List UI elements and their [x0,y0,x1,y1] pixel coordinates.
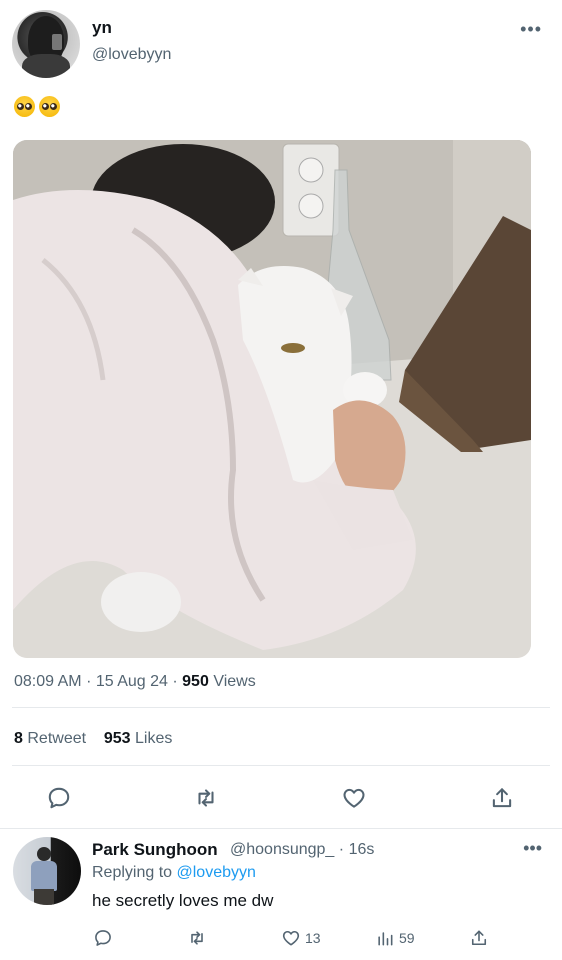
reply-like-button[interactable]: 13 [281,924,321,952]
share-icon [492,788,512,808]
separator-dot: · [86,673,92,690]
tweet-photo[interactable] [13,140,531,658]
retweet-label: Retweet [27,730,87,747]
reply-views-button[interactable]: 59 [375,924,415,952]
retweet-icon [198,789,214,807]
tweet-date[interactable]: 15 Aug 24 [96,673,168,690]
replying-to-mention[interactable]: @lovebyyn [177,864,256,881]
likes-count: 953 [103,730,131,747]
reply-author-avatar[interactable] [13,837,81,905]
tweet-time[interactable]: 08:09 AM [14,673,82,690]
reply-button[interactable] [39,778,79,818]
engagement-stats: 8 Retweet 953 Likes [14,730,172,748]
separator-dot: · [338,841,345,858]
reply-action-bar: 13 59 [0,924,562,952]
views-label: Views [213,673,256,690]
divider [12,765,550,766]
tweet-timestamp-line: 08:09 AM · 15 Aug 24 · 950 Views [14,673,256,691]
retweet-icon [191,931,203,945]
reply-text: he secretly loves me dw [92,891,274,910]
reply-author-name[interactable]: Park Sunghoon [92,840,218,860]
likes-label: Likes [135,730,173,747]
pleading-face-emoji [14,96,35,117]
like-icon [343,788,365,808]
likes-stat[interactable]: 953 Likes [104,730,173,747]
reply-author-handle[interactable]: @hoonsungp_ [230,841,334,858]
like-button[interactable] [334,778,374,818]
reply-like-count: 13 [305,930,321,946]
reply-author-handle-line: @hoonsungp_ · 16s [230,841,374,859]
reply-share-button[interactable] [469,924,489,952]
reply-reply-button[interactable] [93,924,113,952]
tweet-text [14,96,60,117]
share-button[interactable] [482,778,522,818]
retweet-count: 8 [14,730,23,747]
reply-views-count: 59 [399,930,415,946]
like-icon [282,930,300,946]
reply-time[interactable]: 16s [349,841,375,858]
retweets-stat[interactable]: 8 Retweet [14,730,86,747]
share-icon [471,930,487,946]
reply-icon [95,930,111,946]
replying-to-label: Replying to [92,864,173,881]
divider [12,707,550,708]
tweet-action-bar [0,778,562,818]
replying-to-line: Replying to @lovebyyn [92,864,256,882]
author-display-name[interactable]: yn [92,18,112,38]
reply-more-options-icon[interactable]: ••• [523,839,542,857]
reply-icon [48,787,70,809]
more-options-icon[interactable]: ••• [520,20,542,38]
reply-retweet-button[interactable] [187,924,207,952]
views-count: 950 [182,673,209,690]
separator-dot: · [172,673,178,690]
author-handle[interactable]: @lovebyyn [92,46,171,64]
author-avatar[interactable] [12,10,80,78]
divider [0,828,562,829]
pleading-face-emoji [39,96,60,117]
retweet-button[interactable] [186,778,226,818]
views-chart-icon [378,932,393,946]
